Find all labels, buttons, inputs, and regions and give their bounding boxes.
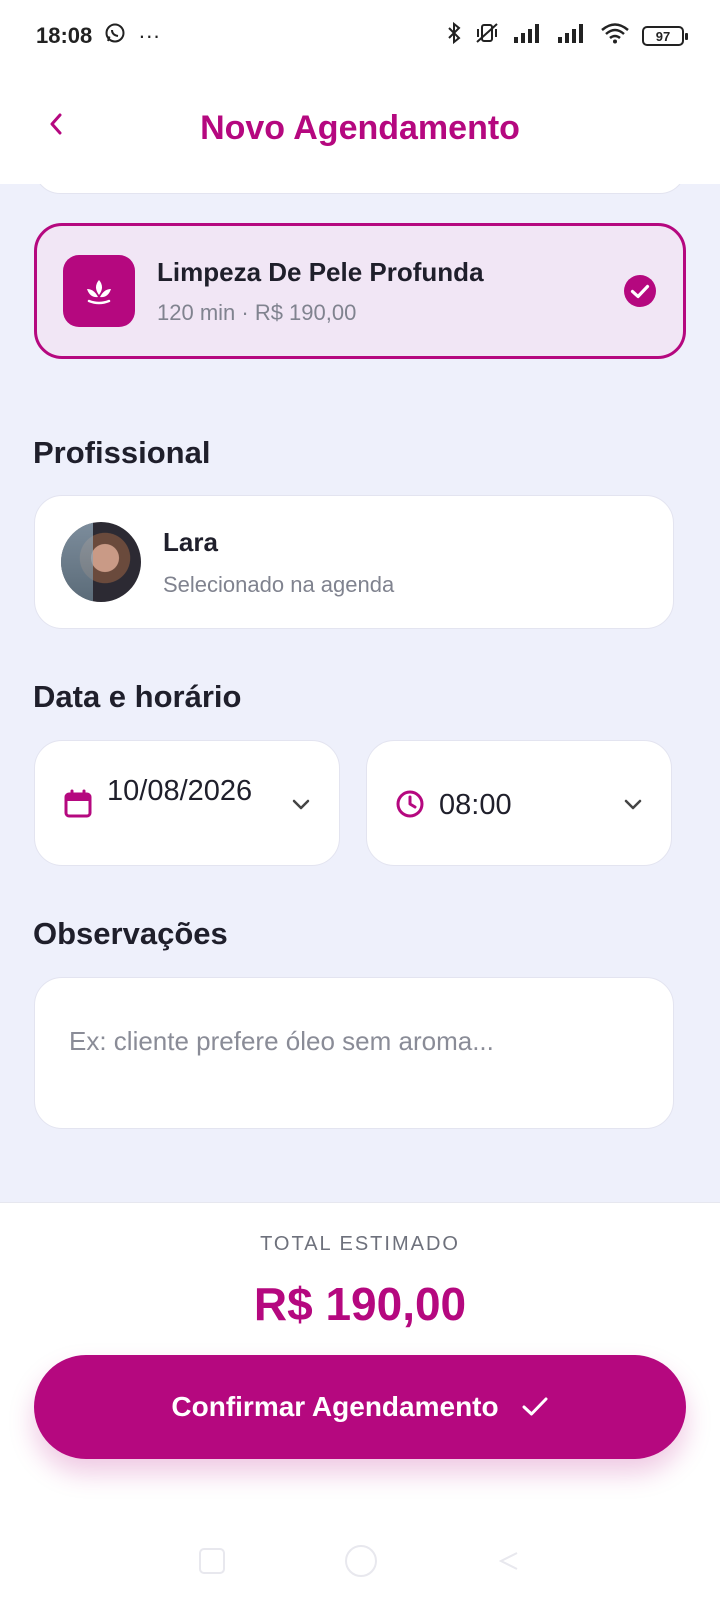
total-label: TOTAL ESTIMADO — [260, 1233, 460, 1255]
notes-input[interactable] — [69, 1026, 639, 1057]
content[interactable]: Limpeza De Pele Profunda 120 min · R$ 19… — [0, 154, 720, 1228]
status-left: 18:08 ··· — [36, 22, 160, 50]
service-card-selected[interactable]: Limpeza De Pele Profunda 120 min · R$ 19… — [34, 223, 686, 359]
check-circle-icon — [624, 275, 656, 307]
battery-icon: 97 — [642, 26, 688, 46]
wifi-icon — [600, 22, 630, 50]
status-right: 97 — [446, 21, 688, 51]
page-title: Novo Agendamento — [200, 108, 520, 147]
lotus-icon — [87, 280, 111, 305]
home-button[interactable] — [345, 1545, 377, 1577]
system-back-button[interactable] — [497, 1549, 521, 1573]
schedule-section-title: Data e horário — [33, 679, 242, 714]
chevron-left-icon — [50, 113, 62, 135]
chevron-down-icon — [292, 799, 310, 810]
back-button[interactable] — [36, 104, 76, 144]
professional-card[interactable]: Lara Selecionado na agenda — [34, 495, 674, 629]
app-header: Novo Agendamento — [0, 72, 720, 184]
total-value: R$ 190,00 — [253, 1278, 467, 1330]
professional-text: Lara Selecionado na agenda — [163, 527, 394, 598]
professional-section-title: Profissional — [33, 435, 211, 470]
check-icon — [522, 1397, 548, 1416]
screen: 18:08 ··· 97 Novo Agendamento Limpeza De… — [0, 0, 720, 1600]
signal-1-icon — [512, 23, 544, 49]
service-icon-box — [63, 255, 135, 327]
notes-box — [34, 977, 674, 1129]
more-notifications-icon: ··· — [138, 23, 161, 48]
vibrate-off-icon — [474, 21, 500, 51]
date-value: 10/08/2026 — [107, 775, 253, 807]
confirm-label: Confirmar Agendamento — [171, 1391, 499, 1422]
recent-apps-button[interactable] — [199, 1548, 225, 1574]
status-bar: 18:08 ··· 97 — [0, 0, 720, 72]
calendar-icon — [64, 789, 92, 818]
time-value: 08:00 — [439, 789, 512, 821]
bluetooth-icon — [446, 21, 462, 51]
professional-name: Lara — [163, 526, 218, 557]
signal-2-icon — [556, 23, 588, 49]
system-nav-bar — [0, 1521, 720, 1600]
service-text: Limpeza De Pele Profunda 120 min · R$ 19… — [157, 257, 623, 326]
professional-subtitle: Selecionado na agenda — [163, 571, 395, 597]
whatsapp-icon — [104, 22, 126, 50]
chevron-down-icon — [624, 799, 642, 810]
footer: TOTAL ESTIMADO R$ 190,00 Confirmar Agend… — [0, 1202, 720, 1600]
service-meta: 120 min · R$ 190,00 — [157, 299, 357, 325]
status-time: 18:08 — [36, 23, 93, 48]
service-name: Limpeza De Pele Profunda — [157, 256, 484, 287]
date-picker[interactable]: 10/08/2026 — [34, 740, 340, 866]
confirm-button[interactable]: Confirmar Agendamento — [34, 1355, 686, 1459]
notes-section-title: Observações — [33, 916, 228, 951]
clock-icon — [396, 790, 424, 818]
time-picker[interactable]: 08:00 — [366, 740, 672, 866]
avatar — [61, 522, 141, 602]
